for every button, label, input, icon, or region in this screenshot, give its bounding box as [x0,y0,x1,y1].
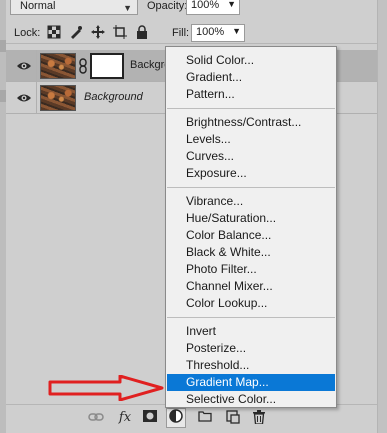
menu-item-curves[interactable]: Curves... [167,148,335,165]
menu-item-brightness-contrast[interactable]: Brightness/Contrast... [167,114,335,131]
eye-icon[interactable] [16,91,32,105]
fx-icon[interactable]: fx [117,410,133,426]
layers-bottom-toolbar: fx [6,404,377,433]
fill-value: 100% [196,26,225,38]
trash-icon[interactable] [251,410,267,426]
menu-separator [167,108,335,109]
lock-transparent-pixels-icon[interactable] [46,25,62,41]
menu-item-hue-saturation[interactable]: Hue/Saturation... [167,210,335,227]
menu-item-invert[interactable]: Invert [167,323,335,340]
menu-item-gradient[interactable]: Gradient... [167,69,335,86]
menu-item-threshold[interactable]: Threshold... [167,357,335,374]
menu-item-channel-mixer[interactable]: Channel Mixer... [167,278,335,295]
red-arrow-annotation [48,375,164,401]
chevron-down-icon: ▼ [232,26,241,36]
new-group-icon[interactable] [197,410,213,426]
artboard-nesting-icon[interactable] [112,25,128,41]
menu-item-photo-filter[interactable]: Photo Filter... [167,261,335,278]
layer-thumbnail [40,85,76,111]
chevron-down-icon: ▼ [227,0,236,9]
blend-mode-select[interactable]: Normal ▼ [10,0,138,15]
lock-label: Lock: [14,27,41,39]
fill-label: Fill: [172,27,190,39]
lock-image-pixels-icon[interactable] [68,25,84,41]
menu-separator [167,187,335,188]
chevron-down-icon: ▼ [123,3,132,13]
opacity-label: Opacity: [147,0,188,12]
menu-item-solid-color[interactable]: Solid Color... [167,52,335,69]
blend-mode-value: Normal [20,0,56,12]
menu-item-color-balance[interactable]: Color Balance... [167,227,335,244]
lock-all-icon[interactable] [134,25,150,41]
new-layer-icon[interactable] [225,410,241,426]
menu-separator [167,317,335,318]
menu-item-black-white[interactable]: Black & White... [167,244,335,261]
lock-position-icon[interactable] [90,25,106,41]
menu-item-color-lookup[interactable]: Color Lookup... [167,295,335,312]
layer-mask-thumbnail[interactable] [90,53,124,79]
layer-name[interactable]: Background [84,91,143,103]
eye-icon[interactable] [16,59,32,73]
layer-thumbnail [40,53,76,79]
add-mask-icon[interactable] [142,410,158,426]
adjustment-layer-icon[interactable] [166,408,186,428]
chain-link-icon[interactable] [78,58,88,74]
panel-scrollbar[interactable] [377,0,387,433]
menu-item-selective-color[interactable]: Selective Color... [167,391,335,408]
link-layers-icon[interactable] [88,410,104,426]
fill-field[interactable]: 100% ▼ [191,24,245,42]
menu-item-exposure[interactable]: Exposure... [167,165,335,182]
opacity-field[interactable]: 100% ▼ [186,0,240,15]
menu-item-pattern[interactable]: Pattern... [167,86,335,103]
lock-row: Lock: Fill: 100% ▼ [6,22,377,44]
row-divider [36,82,37,114]
adjustment-layer-menu: Solid Color... Gradient... Pattern... Br… [165,46,337,408]
row-divider [36,50,37,82]
menu-item-posterize[interactable]: Posterize... [167,340,335,357]
menu-item-gradient-map[interactable]: Gradient Map... [167,374,335,391]
menu-item-vibrance[interactable]: Vibrance... [167,193,335,210]
opacity-value: 100% [191,0,220,11]
menu-item-levels[interactable]: Levels... [167,131,335,148]
